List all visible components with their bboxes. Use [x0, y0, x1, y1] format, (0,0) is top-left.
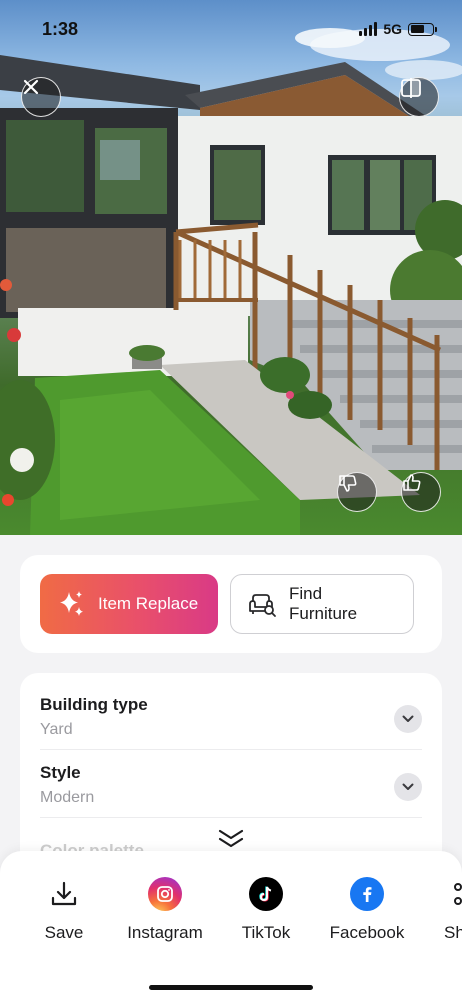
facebook-icon — [350, 877, 384, 911]
chevron-down-icon — [402, 715, 414, 722]
network-type: 5G — [383, 21, 402, 37]
yard-illustration — [0, 28, 462, 535]
tiktok-label: TikTok — [241, 923, 291, 942]
status-icons: 5G — [359, 21, 437, 37]
divider — [40, 749, 422, 750]
tiktok-icon — [249, 877, 283, 911]
building-type-field[interactable]: Building type Yard — [40, 695, 422, 763]
find-furniture-label: Find Furniture — [289, 584, 358, 623]
sparkle-icon — [60, 591, 83, 616]
action-card: Item Replace Find Furniture — [20, 555, 442, 653]
close-icon — [23, 79, 39, 95]
generated-design-image: 1:38 5G — [0, 0, 462, 535]
instagram-icon — [148, 877, 182, 911]
design-options-card: Building type Yard Style Modern Color pa… — [20, 673, 442, 873]
instagram-label: Instagram — [127, 923, 203, 942]
battery-level — [410, 25, 425, 33]
facebook-share-button[interactable]: Facebook — [317, 877, 417, 943]
share-more-button[interactable]: Sh — [418, 877, 462, 943]
download-icon — [47, 877, 81, 911]
like-button[interactable] — [401, 472, 441, 512]
close-button[interactable] — [21, 77, 61, 117]
signal-icon — [359, 22, 378, 36]
tiktok-share-button[interactable]: TikTok — [216, 877, 316, 943]
chevron-down-icon — [402, 783, 414, 790]
save-label: Save — [44, 923, 84, 942]
building-type-value: Yard — [40, 721, 73, 738]
thumbs-down-icon — [339, 475, 357, 492]
style-dropdown-button[interactable] — [394, 773, 422, 801]
share-icon — [444, 877, 462, 911]
building-type-dropdown-button[interactable] — [394, 705, 422, 733]
divider — [40, 817, 422, 818]
item-replace-button[interactable]: Item Replace — [40, 574, 218, 634]
dislike-button[interactable] — [337, 472, 377, 512]
share-sheet: Save Instagram TikTok Facebook Sh — [0, 851, 462, 1000]
facebook-label: Facebook — [329, 923, 405, 942]
style-title: Style — [40, 763, 81, 782]
home-indicator[interactable] — [149, 985, 313, 990]
item-replace-label: Item Replace — [98, 594, 199, 613]
building-type-title: Building type — [40, 695, 148, 714]
compare-button[interactable] — [399, 77, 439, 117]
instagram-share-button[interactable]: Instagram — [115, 877, 215, 943]
style-value: Modern — [40, 789, 95, 806]
style-field[interactable]: Style Modern — [40, 763, 422, 831]
thumbs-up-icon — [403, 474, 421, 491]
expand-more-icon[interactable] — [217, 828, 245, 850]
compare-icon — [401, 78, 421, 98]
sofa-search-icon — [249, 594, 276, 617]
find-furniture-button[interactable]: Find Furniture — [230, 574, 414, 634]
save-button[interactable]: Save — [14, 877, 114, 943]
status-time: 1:38 — [42, 18, 79, 39]
status-bar: 1:38 5G — [0, 0, 462, 58]
battery-icon — [408, 22, 437, 36]
share-more-label: Sh — [444, 923, 462, 942]
